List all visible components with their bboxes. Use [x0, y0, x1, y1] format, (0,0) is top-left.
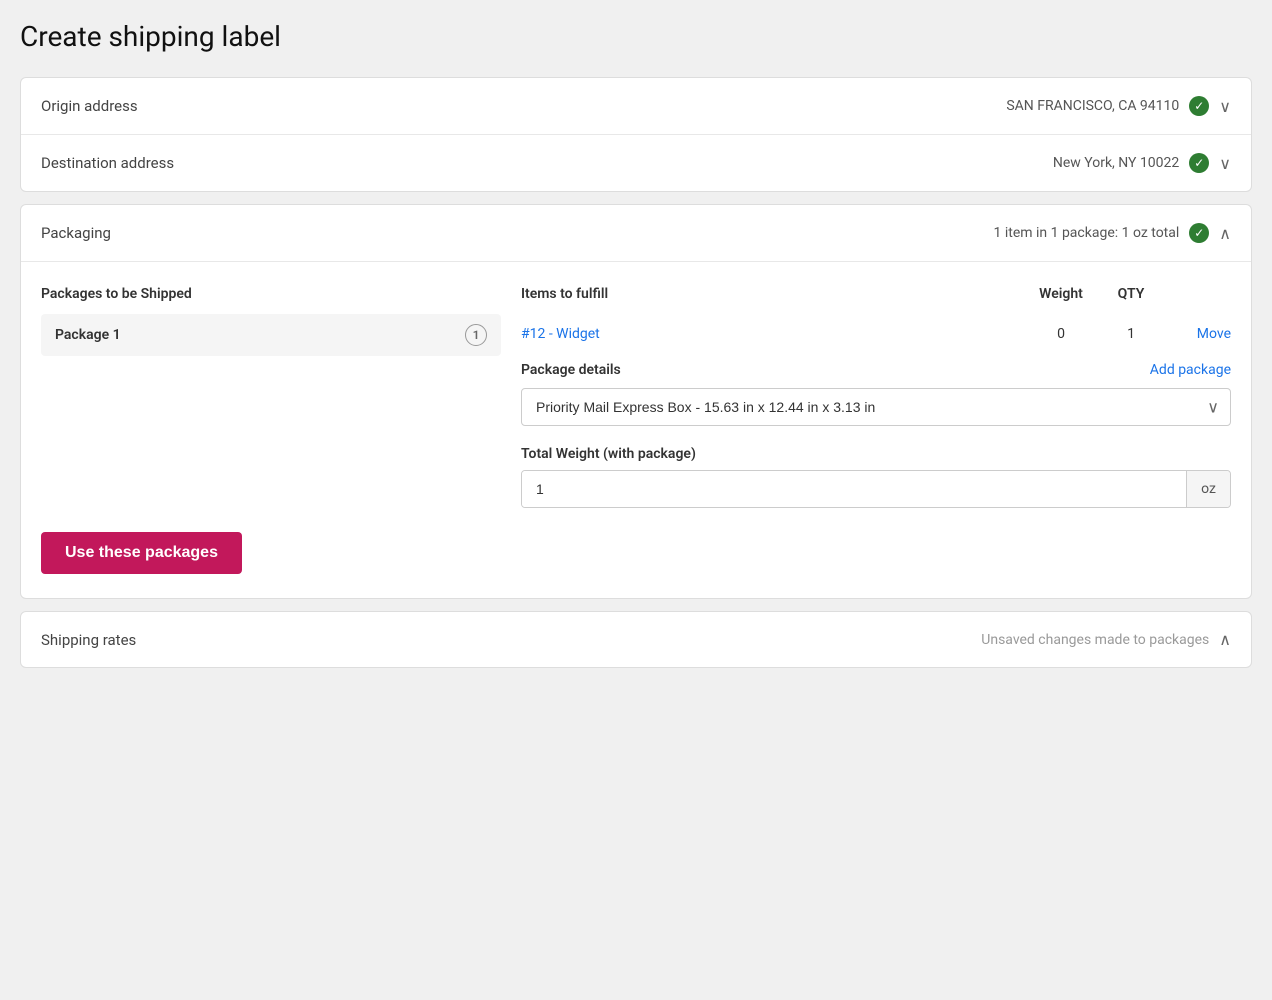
- packages-column: Packages to be Shipped Package 1 1: [41, 286, 501, 508]
- packages-grid: Packages to be Shipped Package 1 1 Items…: [41, 286, 1231, 508]
- packaging-card: Packaging 1 item in 1 package: 1 oz tota…: [20, 204, 1252, 599]
- shipping-rates-chevron-icon[interactable]: ∧: [1219, 630, 1231, 649]
- destination-address-check-icon: ✓: [1189, 153, 1209, 173]
- package-details-label: Package details: [521, 362, 621, 378]
- weight-input-row: oz: [521, 470, 1231, 508]
- package-type-select-wrapper: Priority Mail Express Box - 15.63 in x 1…: [521, 388, 1231, 426]
- shipping-rates-card: Shipping rates Unsaved changes made to p…: [20, 611, 1252, 668]
- packaging-summary: 1 item in 1 package: 1 oz total: [994, 225, 1180, 241]
- packages-column-header: Packages to be Shipped: [41, 286, 501, 302]
- weight-input[interactable]: [522, 471, 1186, 507]
- items-header-row: Items to fulfill Weight QTY: [521, 286, 1231, 314]
- packaging-right: 1 item in 1 package: 1 oz total ✓ ∧: [994, 223, 1232, 243]
- packaging-check-icon: ✓: [1189, 223, 1209, 243]
- item-qty: 1: [1101, 326, 1161, 342]
- origin-address-right: SAN FRANCISCO, CA 94110 ✓ ∨: [1006, 96, 1231, 116]
- move-link[interactable]: Move: [1161, 326, 1231, 342]
- destination-address-label: Destination address: [41, 154, 174, 172]
- use-packages-button[interactable]: Use these packages: [41, 532, 242, 574]
- item-row: #12 - Widget 0 1 Move: [521, 326, 1231, 342]
- items-fulfill-header: Items to fulfill: [521, 286, 1021, 302]
- item-link[interactable]: #12 - Widget: [521, 326, 1021, 342]
- packaging-label: Packaging: [41, 224, 111, 242]
- origin-address-chevron-icon[interactable]: ∨: [1219, 97, 1231, 116]
- packaging-chevron-icon[interactable]: ∧: [1219, 224, 1231, 243]
- shipping-rates-header: Shipping rates Unsaved changes made to p…: [21, 612, 1251, 667]
- add-package-link[interactable]: Add package: [1150, 362, 1231, 378]
- package-type-select[interactable]: Priority Mail Express Box - 15.63 in x 1…: [521, 388, 1231, 426]
- destination-address-right: New York, NY 10022 ✓ ∨: [1053, 153, 1231, 173]
- package-1-badge: 1: [465, 324, 487, 346]
- shipping-rates-status: Unsaved changes made to packages: [981, 632, 1209, 648]
- package-details-section: Package details Add package Priority Mai…: [521, 362, 1231, 508]
- shipping-rates-label: Shipping rates: [41, 631, 136, 649]
- package-1-item[interactable]: Package 1 1: [41, 314, 501, 356]
- page-title: Create shipping label: [20, 20, 1252, 53]
- packaging-header: Packaging 1 item in 1 package: 1 oz tota…: [21, 205, 1251, 262]
- total-weight-label: Total Weight (with package): [521, 446, 1231, 462]
- destination-address-chevron-icon[interactable]: ∨: [1219, 154, 1231, 173]
- weight-header: Weight: [1021, 286, 1101, 302]
- packaging-body: Packages to be Shipped Package 1 1 Items…: [21, 262, 1251, 598]
- origin-address-check-icon: ✓: [1189, 96, 1209, 116]
- qty-header: QTY: [1101, 286, 1161, 302]
- package-details-header: Package details Add package: [521, 362, 1231, 378]
- items-column: Items to fulfill Weight QTY #12 - Widget…: [501, 286, 1231, 508]
- destination-address-value: New York, NY 10022: [1053, 155, 1179, 171]
- shipping-rates-right: Unsaved changes made to packages ∧: [981, 630, 1231, 649]
- destination-address-row[interactable]: Destination address New York, NY 10022 ✓…: [21, 135, 1251, 191]
- origin-address-label: Origin address: [41, 97, 138, 115]
- weight-unit: oz: [1186, 471, 1230, 507]
- move-header-placeholder: [1161, 286, 1231, 302]
- origin-address-value: SAN FRANCISCO, CA 94110: [1006, 98, 1179, 114]
- item-weight: 0: [1021, 326, 1101, 342]
- origin-address-row[interactable]: Origin address SAN FRANCISCO, CA 94110 ✓…: [21, 78, 1251, 135]
- main-card: Origin address SAN FRANCISCO, CA 94110 ✓…: [20, 77, 1252, 192]
- package-1-label: Package 1: [55, 327, 121, 343]
